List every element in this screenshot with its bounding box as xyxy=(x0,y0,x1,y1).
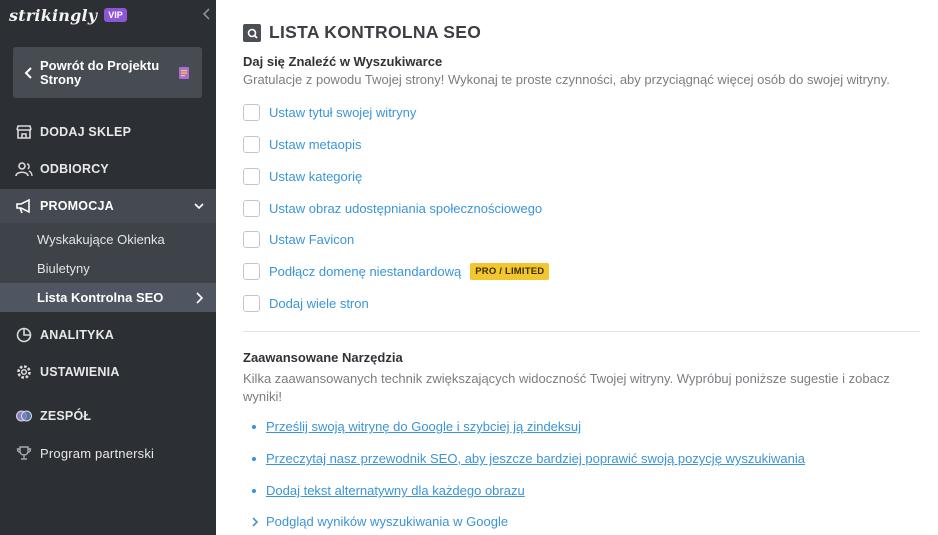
checklist-item-label[interactable]: Ustaw metaopis xyxy=(269,137,361,152)
nav-item-analytics[interactable]: ANALITYKA xyxy=(0,318,216,352)
chevron-left-icon xyxy=(24,66,32,79)
link-item-submit-google[interactable]: Prześlij swoją witrynę do Google i szybc… xyxy=(252,419,581,434)
google-preview-label: Podgląd wyników wyszukiwania w Google xyxy=(266,514,509,529)
nav-item-audience[interactable]: ODBIORCY xyxy=(0,152,216,186)
back-button-label: Powrót do Projektu Strony xyxy=(40,57,160,87)
checklist-item-category[interactable]: Ustaw kategorię xyxy=(243,166,362,186)
nav-item-label: ZESPÓŁ xyxy=(40,409,92,423)
submit-to-google-link[interactable]: Prześlij swoją witrynę do Google i szybc… xyxy=(266,419,581,434)
main-content: LISTA KONTROLNA SEO Daj się Znaleźć w Wy… xyxy=(216,0,938,535)
page-title: LISTA KONTROLNA SEO xyxy=(269,22,482,42)
checklist-item-label[interactable]: Podłącz domenę niestandardową xyxy=(269,264,461,279)
brand: strikingly VIP xyxy=(9,4,127,26)
checklist-item-favicon[interactable]: Ustaw Favicon xyxy=(243,229,354,249)
checklist-item-multiple-pages[interactable]: Dodaj wiele stron xyxy=(243,293,369,313)
checkbox[interactable] xyxy=(243,103,260,121)
checkbox[interactable] xyxy=(243,199,260,217)
nav-item-partner-program[interactable]: Program partnerski xyxy=(0,436,216,470)
checklist-item-custom-domain[interactable]: Podłącz domenę niestandardową PRO / LIMI… xyxy=(243,261,550,281)
nav-item-label: PROMOCJA xyxy=(40,199,114,213)
checklist-item-label[interactable]: Ustaw tytuł swojej witryny xyxy=(269,105,416,120)
checklist-item-social-image[interactable]: Ustaw obraz udostępniania społecznościow… xyxy=(243,198,542,218)
nav-item-add-store[interactable]: DODAJ SKLEP xyxy=(0,115,216,149)
bullet xyxy=(252,456,256,461)
strikingly-logo: strikingly xyxy=(9,5,98,25)
section-divider xyxy=(243,331,920,332)
submenu-item-newsletters[interactable]: Biuletyny xyxy=(0,254,216,283)
megaphone-icon xyxy=(15,197,33,215)
checklist-item-label[interactable]: Ustaw obraz udostępniania społecznościow… xyxy=(269,201,542,216)
find-section-title: Daj się Znaleźć w Wyszukiwarce xyxy=(243,54,443,69)
alt-text-link[interactable]: Dodaj tekst alternatywny dla każdego obr… xyxy=(266,483,525,498)
nav-item-label: ODBIORCY xyxy=(40,162,109,176)
nav-item-label: USTAWIENIA xyxy=(40,365,120,379)
seo-guide-link[interactable]: Przeczytaj nasz przewodnik SEO, aby jesz… xyxy=(266,451,805,466)
page-header: LISTA KONTROLNA SEO xyxy=(243,22,481,43)
collapse-sidebar-icon[interactable] xyxy=(201,6,213,22)
chevron-down-icon xyxy=(194,203,204,210)
nav-item-settings[interactable]: USTAWIENIA xyxy=(0,355,216,389)
checklist-item-label[interactable]: Ustaw Favicon xyxy=(269,232,354,247)
link-item-seo-guide[interactable]: Przeczytaj nasz przewodnik SEO, aby jesz… xyxy=(252,451,805,466)
submenu-item-popups[interactable]: Wyskakujące Okienka xyxy=(0,225,216,254)
checklist-item-meta-description[interactable]: Ustaw metaopis xyxy=(243,134,361,154)
document-icon xyxy=(179,66,189,79)
vip-badge: VIP xyxy=(104,8,127,22)
submenu-item-label: Wyskakujące Okienka xyxy=(37,232,165,247)
promotion-submenu: Wyskakujące Okienka Biuletyny Lista Kont… xyxy=(0,223,216,312)
back-to-project-button[interactable]: Powrót do Projektu Strony xyxy=(13,47,202,98)
checkbox[interactable] xyxy=(243,135,260,153)
bullet xyxy=(252,424,256,429)
checklist-item-site-title[interactable]: Ustaw tytuł swojej witryny xyxy=(243,102,416,122)
trophy-icon xyxy=(15,444,33,462)
chevron-right-icon xyxy=(196,292,203,304)
nav-item-team[interactable]: ZESPÓŁ xyxy=(0,399,216,433)
audience-icon xyxy=(15,160,33,178)
link-item-alt-text[interactable]: Dodaj tekst alternatywny dla każdego obr… xyxy=(252,483,525,498)
nav-item-label: Program partnerski xyxy=(40,445,155,461)
google-preview-toggle[interactable]: Podgląd wyników wyszukiwania w Google xyxy=(251,514,508,529)
store-icon xyxy=(15,123,33,141)
advanced-section-description: Kilka zaawansowanych technik zwiększając… xyxy=(243,371,890,404)
pie-chart-icon xyxy=(15,326,33,344)
nav-item-promotion[interactable]: PROMOCJA xyxy=(0,189,216,223)
sidebar: strikingly VIP Powrót do Projektu Strony… xyxy=(0,0,216,535)
bullet xyxy=(252,488,256,493)
pro-limited-badge: PRO / LIMITED xyxy=(470,262,550,280)
checkbox[interactable] xyxy=(243,294,260,312)
gear-icon xyxy=(15,363,33,381)
chevron-right-icon xyxy=(252,516,259,527)
checklist-item-label[interactable]: Dodaj wiele stron xyxy=(269,296,369,311)
team-icon xyxy=(15,407,33,425)
nav-item-label: ANALITYKA xyxy=(40,328,115,342)
checkbox[interactable] xyxy=(243,167,260,185)
submenu-item-label: Biuletyny xyxy=(37,261,90,276)
advanced-section-title: Zaawansowane Narzędzia xyxy=(243,350,403,365)
find-section-description: Gratulacje z powodu Twojej strony! Wykon… xyxy=(243,72,890,87)
search-document-icon xyxy=(243,23,261,42)
checkbox[interactable] xyxy=(243,262,260,280)
checklist-item-label[interactable]: Ustaw kategorię xyxy=(269,169,362,184)
submenu-item-label: Lista Kontrolna SEO xyxy=(37,290,164,305)
submenu-item-seo-checklist[interactable]: Lista Kontrolna SEO xyxy=(0,283,216,312)
checkbox[interactable] xyxy=(243,230,260,248)
nav-item-label: DODAJ SKLEP xyxy=(40,125,132,139)
